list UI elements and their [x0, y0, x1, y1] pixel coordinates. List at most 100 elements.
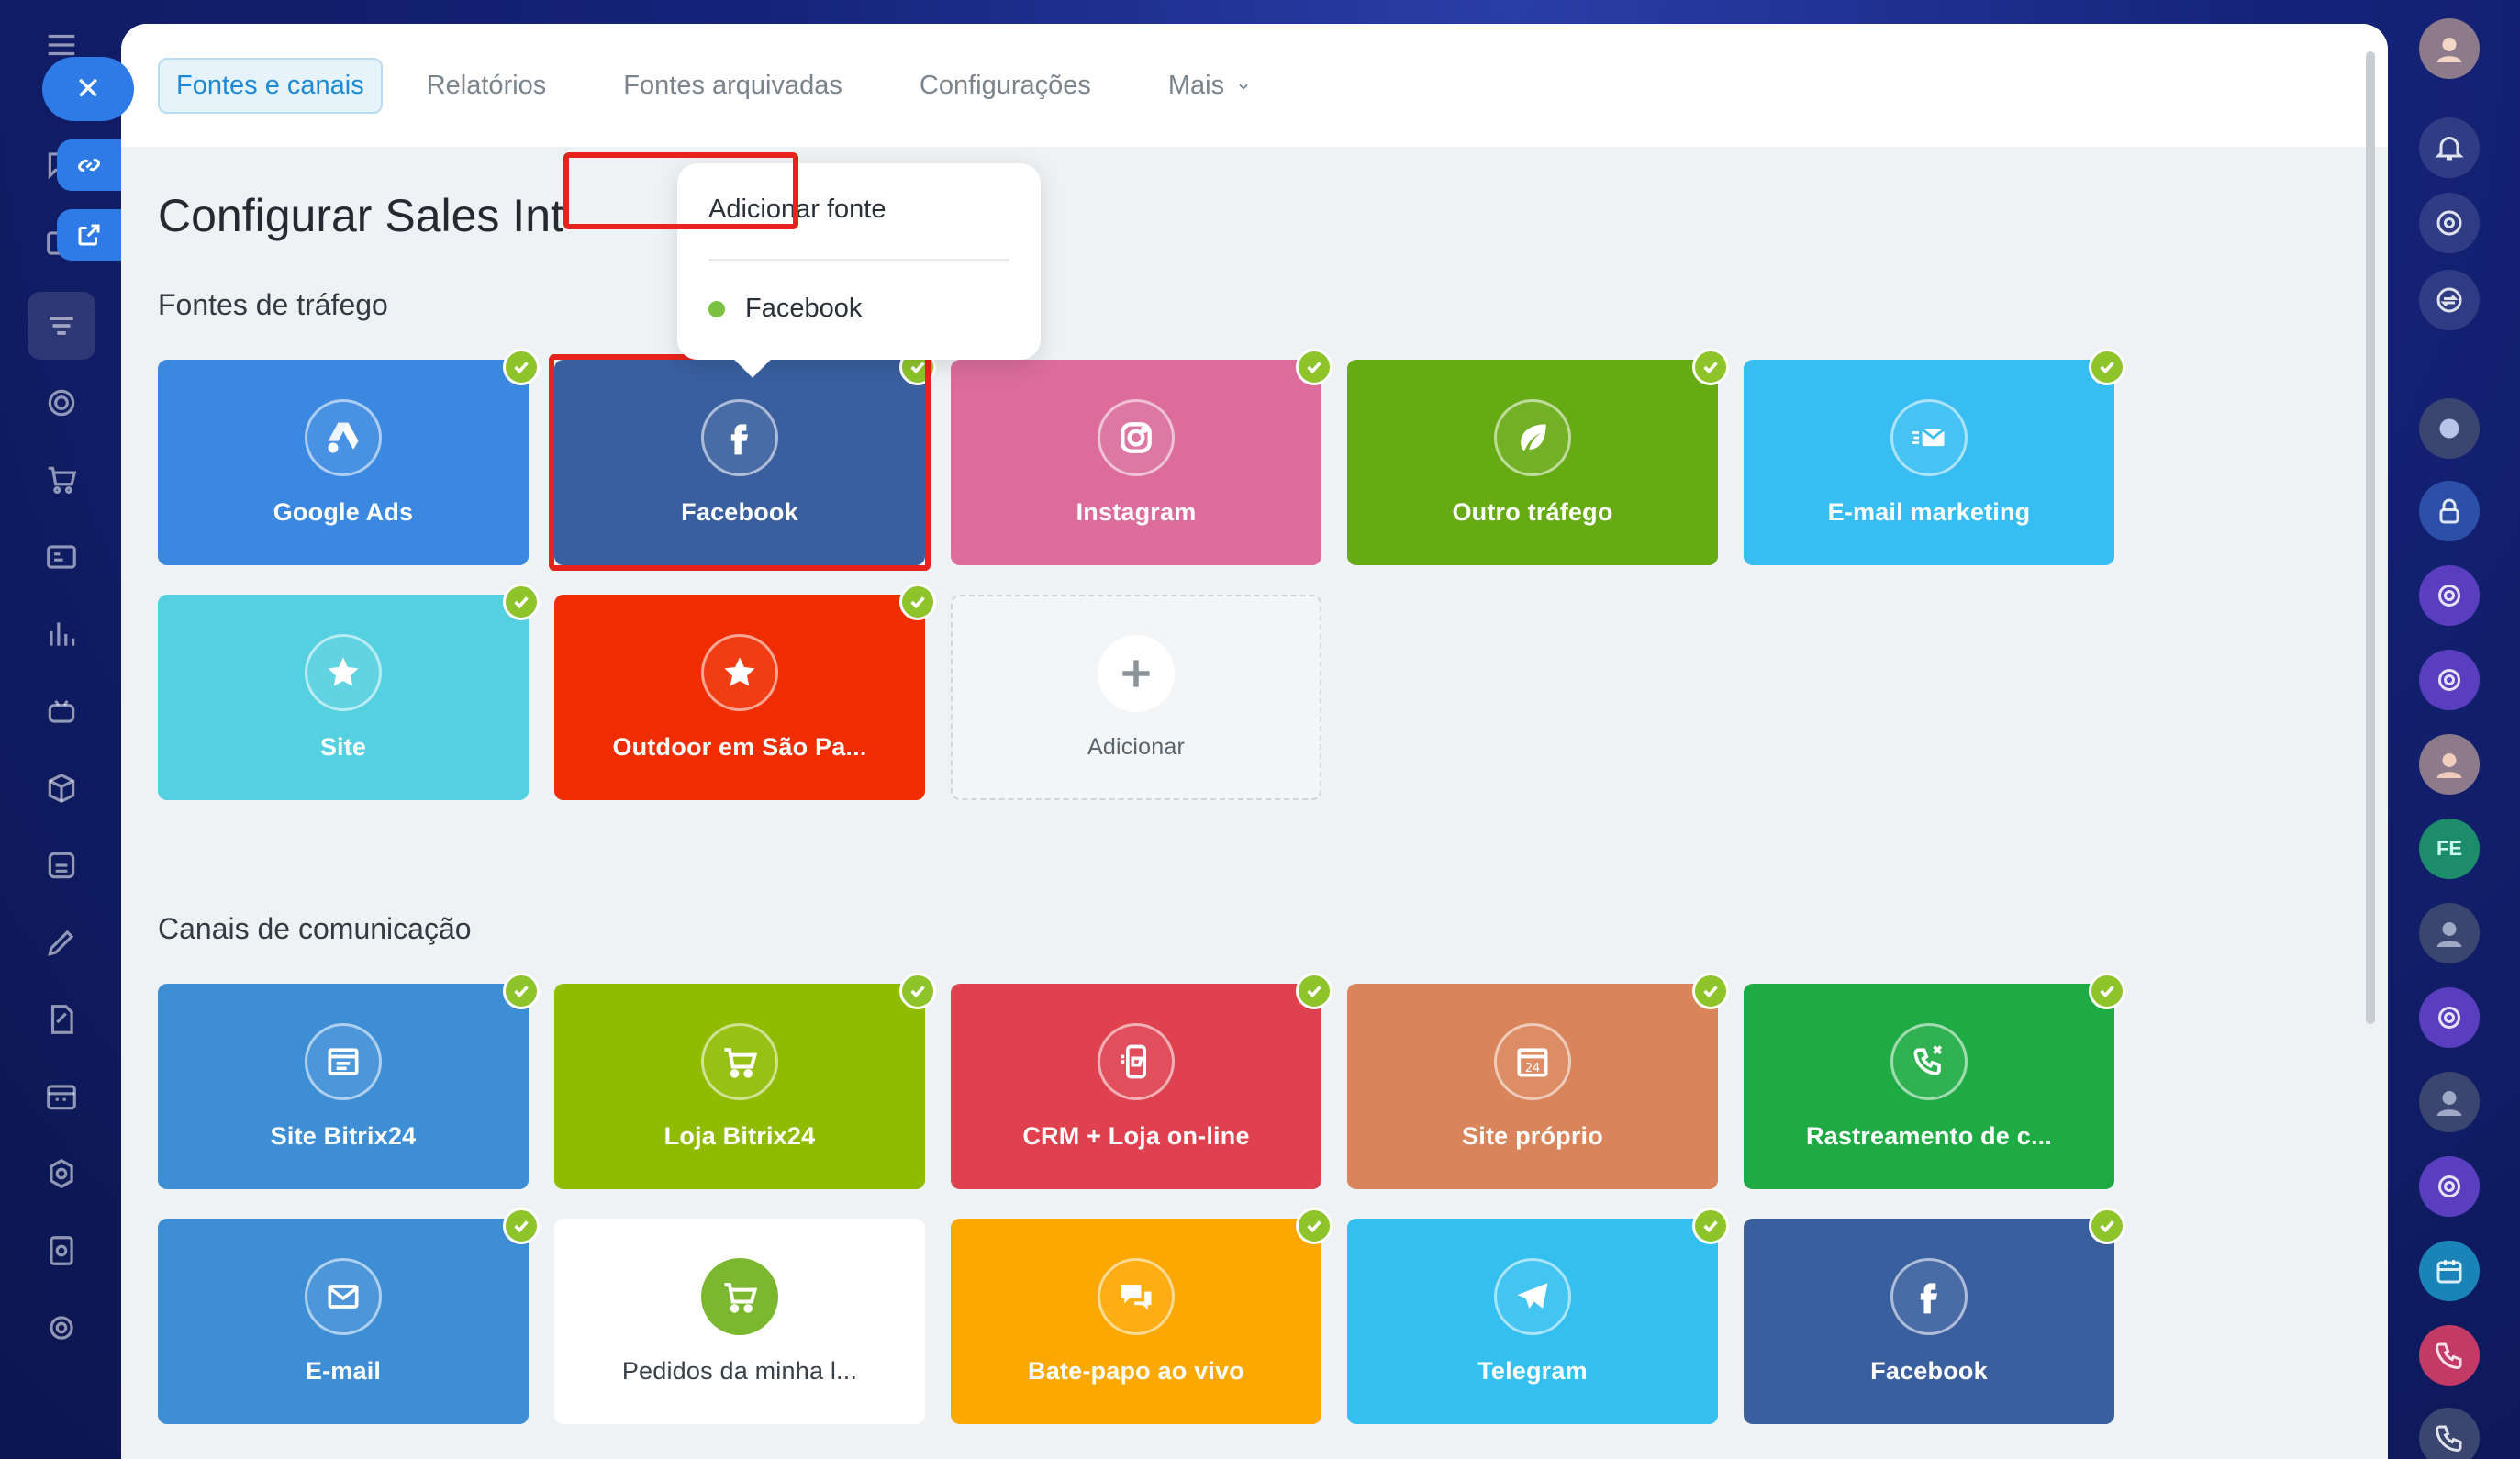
facebook-icon	[1890, 1257, 1968, 1335]
check-icon	[1692, 349, 1729, 385]
scrollbar[interactable]	[2366, 51, 2375, 1024]
document-edit-icon[interactable]	[35, 993, 88, 1046]
tab-relatorios[interactable]: Relatórios	[410, 60, 563, 112]
check-icon	[503, 349, 540, 385]
popup-item-label: Facebook	[745, 294, 863, 323]
mail-icon	[305, 1257, 382, 1335]
page-title: Configurar Sales Int	[158, 190, 563, 241]
tile-facebook-channel[interactable]: Facebook	[1744, 1208, 2125, 1424]
robot-icon[interactable]	[35, 685, 88, 738]
check-icon	[899, 584, 936, 620]
openline-icon-2[interactable]	[2419, 650, 2480, 710]
site-icon	[305, 1022, 382, 1100]
leaf-icon	[1494, 398, 1571, 476]
openline-icon-4[interactable]	[2419, 1156, 2480, 1217]
tile-rastreamento-chamadas[interactable]: Rastreamento de c...	[1744, 973, 2125, 1189]
tile-label: Instagram	[1076, 497, 1197, 526]
tab-mais[interactable]: Mais	[1152, 60, 1266, 112]
pen-icon[interactable]	[35, 916, 88, 969]
tile-telegram[interactable]: Telegram	[1347, 1208, 1729, 1424]
sales-intelligence-icon[interactable]	[28, 292, 95, 360]
lock-icon[interactable]	[2419, 481, 2480, 541]
telegram-icon	[1494, 1257, 1571, 1335]
cart-icon[interactable]	[35, 453, 88, 507]
chart-icon[interactable]	[35, 607, 88, 661]
tile-site-bitrix24[interactable]: Site Bitrix24	[158, 973, 540, 1189]
svg-text:24: 24	[1525, 1062, 1540, 1075]
tab-configuracoes[interactable]: Configurações	[903, 60, 1108, 112]
main-window: Fontes e canais Relatórios Fontes arquiv…	[121, 24, 2388, 1459]
tile-label: E-mail marketing	[1827, 497, 2031, 526]
tile-label: Site	[319, 732, 367, 761]
crm-store-icon	[1098, 1022, 1175, 1100]
tile-label: Site Bitrix24	[270, 1121, 417, 1150]
tile-email-marketing[interactable]: E-mail marketing	[1744, 349, 2125, 565]
target-icon[interactable]	[35, 376, 88, 429]
gear-icon[interactable]	[35, 1301, 88, 1354]
close-icon: ✕	[74, 72, 102, 106]
bell-icon[interactable]	[2419, 117, 2480, 178]
contact-avatar-3[interactable]	[2419, 1072, 2480, 1132]
popup-divider	[708, 259, 1009, 261]
tile-label: Site próprio	[1462, 1121, 1603, 1150]
tile-site-proprio[interactable]: 24 Site próprio	[1347, 973, 1729, 1189]
check-icon	[1692, 973, 1729, 1009]
building-icon[interactable]	[35, 839, 88, 892]
tile-pedidos-minha-loja[interactable]: Pedidos da minha l...	[554, 1219, 925, 1424]
user-avatar[interactable]	[2419, 18, 2480, 79]
popup-item-facebook[interactable]: Facebook	[708, 294, 862, 324]
openline-icon[interactable]	[2419, 565, 2480, 626]
check-icon	[2089, 1208, 2125, 1244]
check-icon	[2089, 973, 2125, 1009]
open-new-window-button[interactable]	[57, 209, 121, 261]
tile-adicionar[interactable]: Adicionar	[951, 595, 1321, 800]
check-icon	[899, 973, 936, 1009]
device-icon[interactable]	[35, 1224, 88, 1277]
tile-instagram[interactable]: Instagram	[951, 349, 1332, 565]
copy-link-button[interactable]	[57, 139, 121, 191]
tile-label: Google Ads	[273, 497, 414, 526]
close-button[interactable]: ✕	[42, 57, 134, 121]
check-icon	[503, 973, 540, 1009]
tile-label: Adicionar	[1087, 733, 1186, 760]
tile-label: Bate-papo ao vivo	[1028, 1356, 1244, 1385]
calendar-icon[interactable]	[2419, 1241, 2480, 1301]
copilot-icon[interactable]	[2419, 193, 2480, 253]
calendar-grid-icon[interactable]	[35, 1070, 88, 1123]
tile-label: Outro tráfego	[1452, 497, 1613, 526]
tile-email[interactable]: E-mail	[158, 1208, 540, 1424]
phone-tracking-icon	[1890, 1022, 1968, 1100]
tile-outdoor-sao-paulo[interactable]: Outdoor em São Pa...	[554, 584, 936, 800]
contact-avatar-2[interactable]	[2419, 903, 2480, 963]
chevron-down-icon	[1239, 84, 1248, 90]
email-marketing-icon	[1890, 398, 1968, 476]
tab-fontes-arquivadas[interactable]: Fontes arquivadas	[607, 60, 859, 112]
phone-icon-2[interactable]	[2419, 1408, 2480, 1459]
calendar-24-icon: 24	[1494, 1022, 1571, 1100]
tile-label: Telegram	[1477, 1356, 1588, 1385]
tile-google-ads[interactable]: Google Ads	[158, 349, 540, 565]
plus-icon	[1098, 634, 1175, 712]
chat-icon	[1098, 1257, 1175, 1335]
tile-label: Outdoor em São Pa...	[612, 732, 867, 761]
bot-avatar[interactable]	[2419, 398, 2480, 459]
contact-avatar[interactable]	[2419, 734, 2480, 795]
tile-outro-trafego[interactable]: Outro tráfego	[1347, 349, 1729, 565]
star-icon	[701, 633, 778, 711]
contact-card-icon[interactable]	[35, 530, 88, 584]
sync-icon[interactable]	[2419, 270, 2480, 330]
tab-fontes-e-canais[interactable]: Fontes e canais	[158, 57, 383, 114]
tile-bate-papo[interactable]: Bate-papo ao vivo	[951, 1208, 1332, 1424]
openline-icon-3[interactable]	[2419, 987, 2480, 1048]
check-icon	[503, 584, 540, 620]
settings-icon[interactable]	[35, 1147, 88, 1200]
instagram-icon	[1098, 398, 1175, 476]
initials-badge[interactable]: FE	[2419, 819, 2480, 879]
tile-site[interactable]: Site	[158, 584, 540, 800]
phone-icon[interactable]	[2419, 1325, 2480, 1386]
tile-loja-bitrix24[interactable]: Loja Bitrix24	[554, 973, 936, 1189]
tile-crm-loja-online[interactable]: CRM + Loja on-line	[951, 973, 1332, 1189]
initials-text: FE	[2436, 837, 2463, 860]
tile-label: Pedidos da minha l...	[621, 1356, 858, 1385]
box-icon[interactable]	[35, 762, 88, 815]
